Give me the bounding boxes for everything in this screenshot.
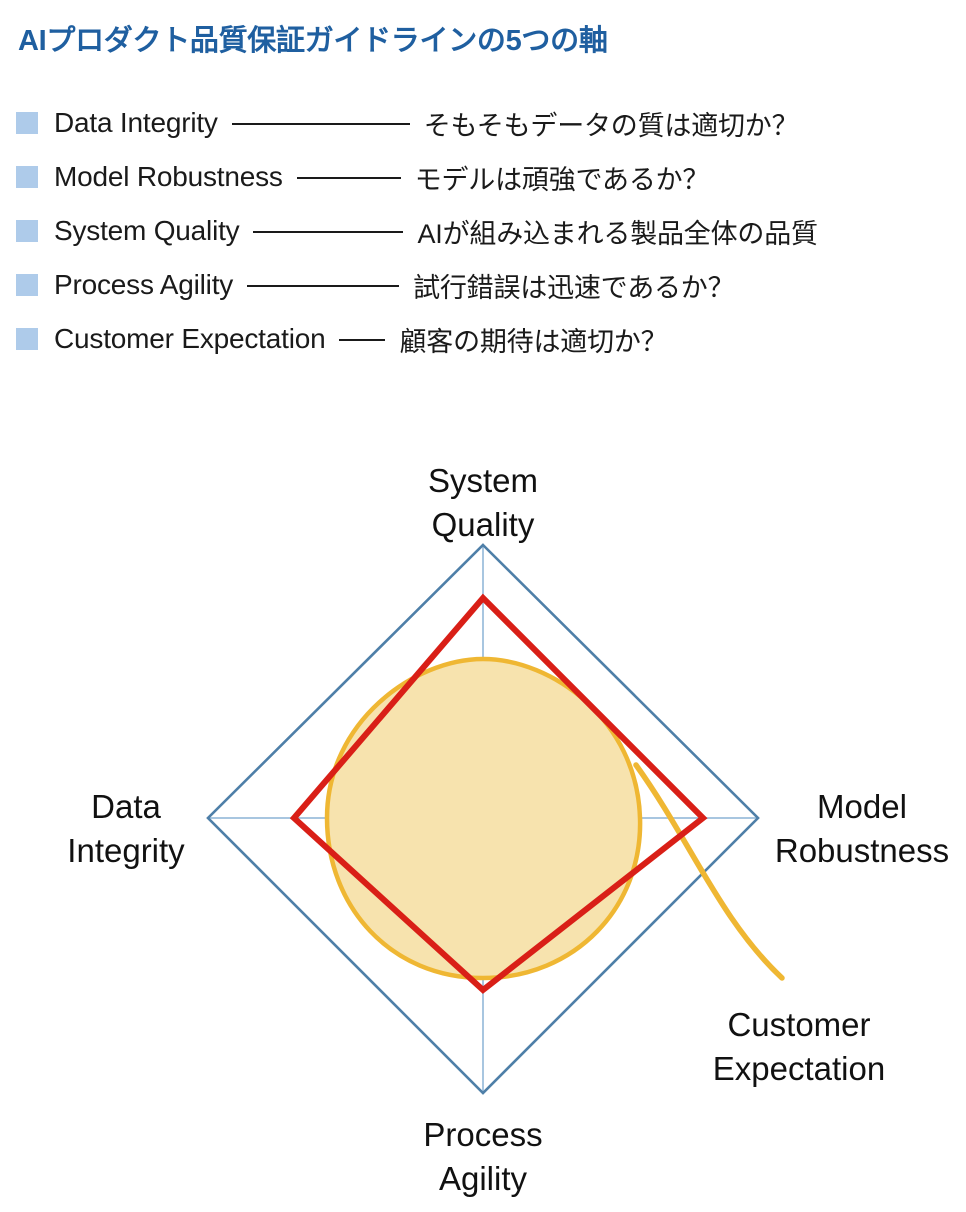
axis-label-data-integrity-line1: Data: [91, 788, 161, 825]
axis-label-process-agility-line1: Process: [423, 1116, 542, 1153]
legend-connector-line: [296, 177, 401, 179]
list-item: Data Integrity そもそもデータの質は適切か？: [16, 96, 956, 150]
axis-label-model-robustness-line1: Model: [817, 788, 907, 825]
series-yellow-tail: [633, 762, 785, 981]
radar-chart: System Quality Model Robustness Process …: [0, 420, 966, 1212]
legend-term: Process Agility: [54, 269, 234, 300]
legend-term: Model Robustness: [54, 161, 283, 192]
legend-swatch-icon: [16, 112, 38, 134]
list-item: Process Agility 試行錯誤は迅速であるか？: [16, 258, 956, 312]
legend: Data Integrity そもそもデータの質は適切か？ Model Robu…: [16, 96, 956, 366]
legend-description: 試行錯誤は迅速であるか？: [413, 272, 735, 303]
legend-connector-line: [231, 123, 410, 125]
legend-connector-line: [253, 231, 404, 233]
legend-term: Customer Expectation: [54, 323, 326, 354]
legend-description: モデルは頑強であるか？: [414, 164, 710, 195]
legend-description: そもそもデータの質は適切か？: [423, 110, 799, 141]
legend-swatch-icon: [16, 220, 38, 242]
legend-term: Data Integrity: [54, 107, 218, 138]
axis-label-system-quality-line1: System: [428, 462, 538, 499]
axis-label-process-agility-line2: Agility: [439, 1160, 528, 1197]
list-item: Model Robustness モデルは頑強であるか？: [16, 150, 956, 204]
axis-label-customer-expectation-line1: Customer: [727, 1006, 870, 1043]
legend-description: 顧客の期待は適切か？: [399, 326, 668, 357]
legend-connector-line: [339, 339, 386, 341]
list-item: Customer Expectation 顧客の期待は適切か？: [16, 312, 956, 366]
axis-label-model-robustness-line2: Robustness: [775, 832, 949, 869]
axis-label-data-integrity-line2: Integrity: [67, 832, 185, 869]
legend-swatch-icon: [16, 166, 38, 188]
axis-label-customer-expectation-line2: Expectation: [713, 1050, 885, 1087]
list-item: System Quality AIが組み込まれる製品全体の品質: [16, 204, 956, 258]
legend-term: System Quality: [54, 215, 240, 246]
legend-swatch-icon: [16, 328, 38, 350]
page-title: AIプロダクト品質保証ガイドラインの5つの軸: [18, 25, 608, 57]
legend-connector-line: [247, 285, 400, 287]
legend-swatch-icon: [16, 274, 38, 296]
legend-description: AIが組み込まれる製品全体の品質: [417, 218, 818, 249]
axis-label-system-quality-line2: Quality: [432, 506, 535, 543]
